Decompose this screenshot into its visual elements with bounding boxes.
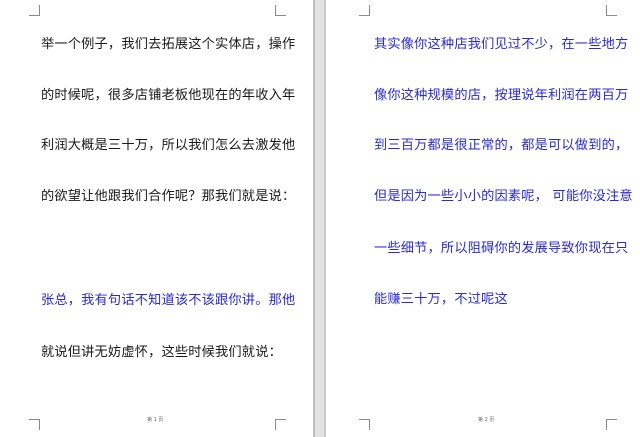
corner-mark-top-left [359, 5, 370, 16]
corner-mark-bottom-left [359, 419, 370, 430]
page-gap [313, 0, 326, 437]
corner-mark-top-left [29, 5, 40, 16]
text-line-highlighted: 一些细节，所以阻碍你的发展导致你现在只 [374, 241, 629, 256]
text-line: 的欲望让他跟我们合作呢？那我们就是说： [41, 189, 296, 204]
document-page-2: 其实像你这种店我们见过不少，在一些地方 像你这种规模的店，按理说年利润在两百万 … [326, 0, 640, 437]
corner-mark-top-right [606, 5, 617, 16]
corner-mark-bottom-right [606, 419, 617, 430]
corner-mark-bottom-left [29, 419, 40, 430]
text-line: 就说但讲无妨虚怀，这些时候我们就说： [41, 345, 282, 360]
document-page-1: 举一个例子，我们去拓展这个实体店，操作 的时候呢，很多店铺老板他现在的年收入年 … [0, 0, 313, 437]
text-line: 举一个例子，我们去拓展这个实体店，操作 [41, 37, 296, 52]
text-line-highlighted: 张总，我有句话不知道该不该跟你讲。那他 [41, 293, 296, 308]
text-line-highlighted: 能赚三十万，不过呢这 [374, 292, 508, 307]
text-line: 利润大概是三十万，所以我们怎么去激发他 [41, 138, 296, 153]
text-line-highlighted: 但是因为一些小小的因素呢， 可能你没注意 [374, 189, 633, 204]
text-line: 的时候呢，很多店铺老板他现在的年收入年 [41, 88, 296, 103]
corner-mark-top-right [275, 5, 286, 16]
text-line-highlighted: 到三百万都是很正常的，都是可以做到的， [374, 138, 629, 153]
text-line-highlighted: 其实像你这种店我们见过不少，在一些地方 [374, 37, 629, 52]
page-number: 第 1 页 [147, 417, 164, 423]
text-line-highlighted: 像你这种规模的店，按理说年利润在两百万 [374, 88, 629, 103]
page-number: 第 2 页 [478, 417, 495, 423]
corner-mark-bottom-right [275, 419, 286, 430]
